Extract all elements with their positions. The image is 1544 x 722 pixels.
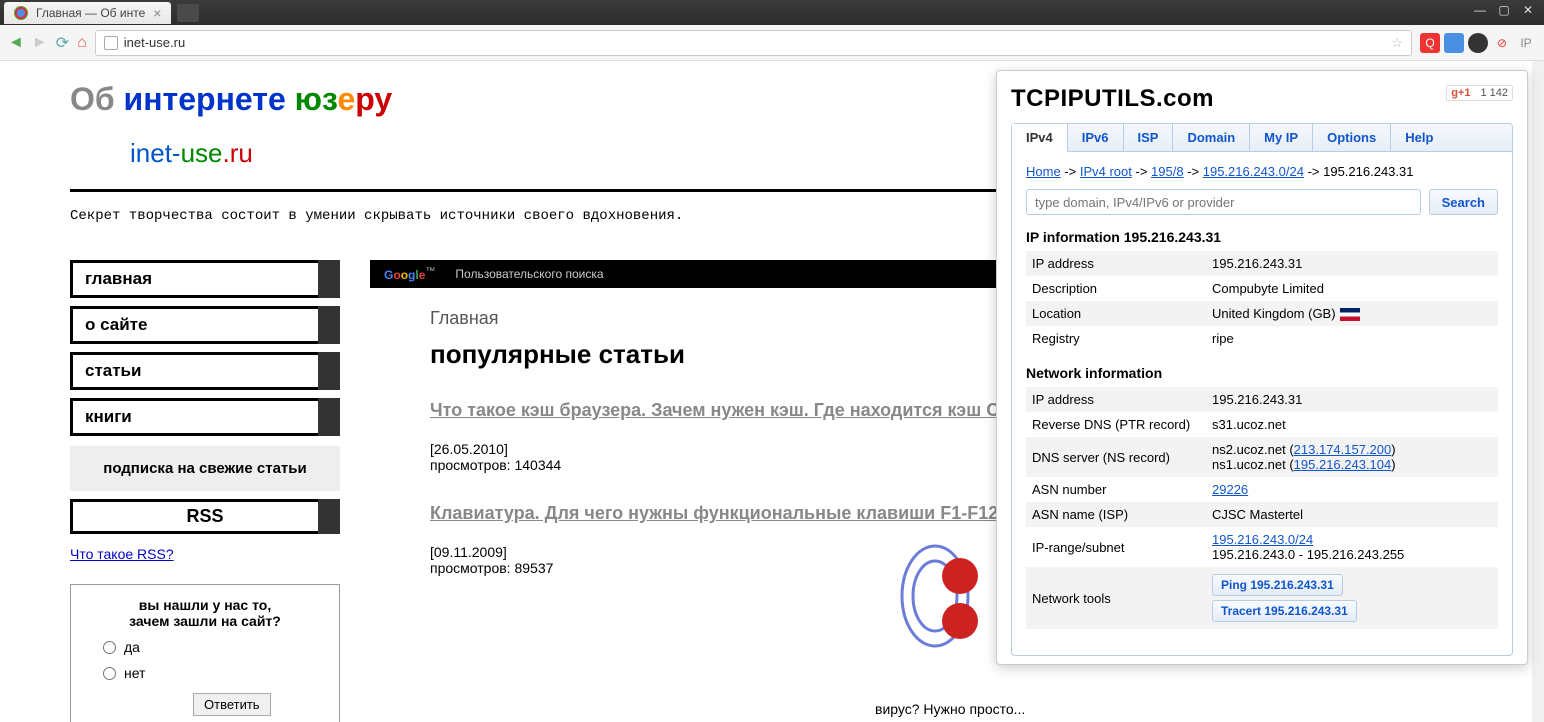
google-search-label: Пользовательского поиска bbox=[455, 267, 603, 281]
subnet-link[interactable]: 195.216.243.0/24 bbox=[1212, 532, 1313, 547]
nav-main[interactable]: главная bbox=[70, 260, 340, 298]
browser-tab-bar: Главная — Об инте × — ▢ ✕ bbox=[0, 0, 1544, 25]
network-info-title: Network information bbox=[1026, 365, 1498, 381]
crumb-home[interactable]: Home bbox=[1026, 164, 1061, 179]
rss-what-link[interactable]: Что такое RSS? bbox=[70, 546, 340, 562]
tab-domain[interactable]: Domain bbox=[1173, 124, 1250, 151]
dns-ip-link[interactable]: 195.216.243.104 bbox=[1294, 457, 1392, 472]
reload-button[interactable]: ⟳ bbox=[56, 33, 69, 53]
page-icon bbox=[104, 36, 118, 50]
popup-breadcrumb: Home -> IPv4 root -> 195/8 -> 195.216.24… bbox=[1026, 164, 1498, 179]
maximize-button[interactable]: ▢ bbox=[1492, 0, 1516, 20]
page-scrollbar[interactable] bbox=[1532, 61, 1544, 722]
tcpiputils-popup: TCPIPUTILS.com g+11 142 IPv4 IPv6 ISP Do… bbox=[996, 70, 1528, 665]
crumb-subnet[interactable]: 195.216.243.0/24 bbox=[1203, 164, 1304, 179]
google-logo: Google™ bbox=[384, 266, 435, 282]
window-controls: — ▢ ✕ bbox=[1468, 0, 1540, 20]
crumb-195-8[interactable]: 195/8 bbox=[1151, 164, 1184, 179]
poll-title-line2: зачем зашли на сайт? bbox=[83, 613, 327, 629]
article-link[interactable]: Клавиатура. Для чего нужны функциональны… bbox=[430, 503, 1003, 523]
tracert-button[interactable]: Tracert 195.216.243.31 bbox=[1212, 600, 1357, 622]
extension-icon-4[interactable]: ⊘ bbox=[1492, 33, 1512, 53]
url-text: inet-use.ru bbox=[124, 35, 185, 50]
ping-button[interactable]: Ping 195.216.243.31 bbox=[1212, 574, 1343, 596]
decorative-circles bbox=[900, 541, 980, 651]
tab-ipv6[interactable]: IPv6 bbox=[1068, 124, 1124, 151]
ip-info-table: IP address195.216.243.31 DescriptionComp… bbox=[1026, 251, 1498, 351]
extension-icon-2[interactable] bbox=[1444, 33, 1464, 53]
new-tab-button[interactable] bbox=[177, 4, 199, 22]
browser-toolbar: ◄ ► ⟳ ⌂ inet-use.ru ☆ Q ⊘ IP bbox=[0, 25, 1544, 61]
fresh-article-text: вирус? Нужно просто... [06 02 2015] [о п… bbox=[875, 701, 1375, 722]
poll-radio-no[interactable] bbox=[103, 667, 116, 680]
close-button[interactable]: ✕ bbox=[1516, 0, 1540, 20]
tab-help[interactable]: Help bbox=[1391, 124, 1447, 151]
tab-options[interactable]: Options bbox=[1313, 124, 1391, 151]
forward-button[interactable]: ► bbox=[32, 34, 48, 52]
back-button[interactable]: ◄ bbox=[8, 34, 24, 52]
url-bar[interactable]: inet-use.ru ☆ bbox=[95, 30, 1412, 56]
nav-articles[interactable]: статьи bbox=[70, 352, 340, 390]
extension-icon-3[interactable] bbox=[1468, 33, 1488, 53]
extension-icon-1[interactable]: Q bbox=[1420, 33, 1440, 53]
popup-tabs: IPv4 IPv6 ISP Domain My IP Options Help bbox=[1011, 123, 1513, 152]
minimize-button[interactable]: — bbox=[1468, 0, 1492, 20]
bookmark-star-icon[interactable]: ☆ bbox=[1391, 35, 1403, 51]
sidebar: главная о сайте статьи книги подписка на… bbox=[70, 260, 340, 722]
popup-logo: TCPIPUTILS.com bbox=[1011, 85, 1513, 113]
home-button[interactable]: ⌂ bbox=[77, 34, 87, 52]
nav-books[interactable]: книги bbox=[70, 398, 340, 436]
crumb-current: 195.216.243.31 bbox=[1323, 164, 1413, 179]
ip-info-title: IP information 195.216.243.31 bbox=[1026, 229, 1498, 245]
rss-button[interactable]: RSS bbox=[70, 499, 340, 534]
crumb-ipv4root[interactable]: IPv4 root bbox=[1080, 164, 1132, 179]
poll-title-line1: вы нашли у нас то, bbox=[83, 597, 327, 613]
tab-favicon bbox=[14, 6, 28, 20]
popup-search-input[interactable] bbox=[1026, 189, 1421, 215]
google-plus-badge[interactable]: g+11 142 bbox=[1446, 85, 1513, 101]
tab-close-icon[interactable]: × bbox=[153, 5, 161, 21]
asn-link[interactable]: 29226 bbox=[1212, 482, 1248, 497]
poll-radio-yes[interactable] bbox=[103, 641, 116, 654]
tab-ipv4[interactable]: IPv4 bbox=[1012, 124, 1068, 152]
extension-icon-5[interactable]: IP bbox=[1516, 33, 1536, 53]
tab-isp[interactable]: ISP bbox=[1124, 124, 1174, 151]
article-views: просмотров: 140344 bbox=[430, 457, 561, 473]
poll-option-no[interactable]: нет bbox=[103, 665, 327, 681]
tab-title: Главная — Об инте bbox=[36, 6, 145, 20]
flag-icon bbox=[1340, 308, 1360, 321]
article-date: [26.05.2010] bbox=[430, 441, 561, 457]
subscribe-heading: подписка на свежие статьи bbox=[70, 446, 340, 491]
nav-about[interactable]: о сайте bbox=[70, 306, 340, 344]
article-views: просмотров: 89537 bbox=[430, 560, 553, 576]
browser-tab[interactable]: Главная — Об инте × bbox=[4, 2, 171, 24]
poll-submit-button[interactable]: Ответить bbox=[193, 693, 271, 716]
poll-option-yes[interactable]: да bbox=[103, 639, 327, 655]
popup-body: Home -> IPv4 root -> 195/8 -> 195.216.24… bbox=[1011, 152, 1513, 656]
poll-box: вы нашли у нас то, зачем зашли на сайт? … bbox=[70, 584, 340, 722]
popup-search-button[interactable]: Search bbox=[1429, 189, 1498, 215]
dns-ip-link[interactable]: 213.174.157.200 bbox=[1294, 442, 1392, 457]
tab-myip[interactable]: My IP bbox=[1250, 124, 1313, 151]
extension-icons: Q ⊘ IP bbox=[1420, 33, 1536, 53]
article-date: [09.11.2009] bbox=[430, 544, 553, 560]
network-info-table: IP address195.216.243.31 Reverse DNS (PT… bbox=[1026, 387, 1498, 629]
